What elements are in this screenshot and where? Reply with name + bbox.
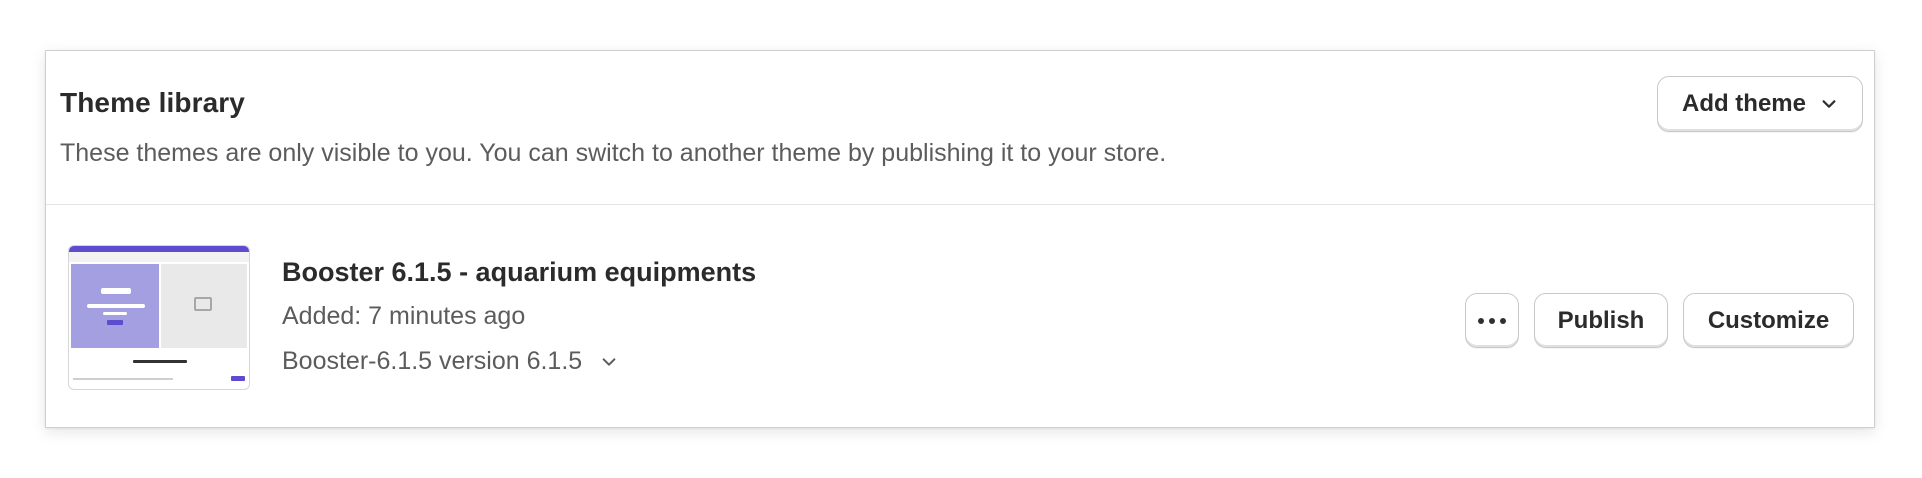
ellipsis-icon: [1478, 317, 1506, 324]
section-title: Theme library: [60, 87, 245, 118]
page: Theme library These themes are only visi…: [0, 0, 1922, 478]
card-header: Theme library These themes are only visi…: [46, 51, 1874, 205]
theme-name: Booster 6.1.5 - aquarium equipments: [282, 257, 757, 287]
theme-version-label: Booster-6.1.5 version 6.1.5: [282, 347, 583, 375]
thumbnail-nav: [69, 252, 249, 262]
chevron-down-icon: [1822, 100, 1836, 108]
theme-version-toggle[interactable]: Booster-6.1.5 version 6.1.5: [282, 347, 618, 376]
add-theme-label: Add theme: [1681, 90, 1806, 117]
thumbnail-subheading-line: [103, 312, 127, 315]
customize-button[interactable]: Customize: [1683, 293, 1854, 348]
theme-added-time: Added: 7 minutes ago: [282, 302, 526, 330]
thumbnail-hero: [71, 264, 159, 348]
more-actions-button[interactable]: [1465, 293, 1519, 348]
thumbnail-image-placeholder: [161, 264, 247, 348]
theme-library-card: Theme library These themes are only visi…: [45, 50, 1875, 428]
chevron-down-icon: [602, 357, 616, 366]
publish-button[interactable]: Publish: [1534, 293, 1668, 348]
thumbnail-footer-line: [73, 378, 173, 380]
thumbnail-heading-line: [87, 304, 145, 308]
image-icon: [194, 297, 212, 311]
add-theme-button[interactable]: Add theme: [1657, 76, 1863, 132]
thumbnail-hero-button: [107, 320, 123, 325]
thumbnail-footer-button: [231, 376, 245, 381]
theme-thumbnail[interactable]: [68, 245, 250, 390]
thumbnail-text-line: [133, 360, 187, 363]
theme-row: Booster 6.1.5 - aquarium equipments Adde…: [46, 205, 1874, 427]
thumbnail-logo: [101, 288, 131, 294]
section-description: These themes are only visible to you. Yo…: [60, 139, 1167, 167]
